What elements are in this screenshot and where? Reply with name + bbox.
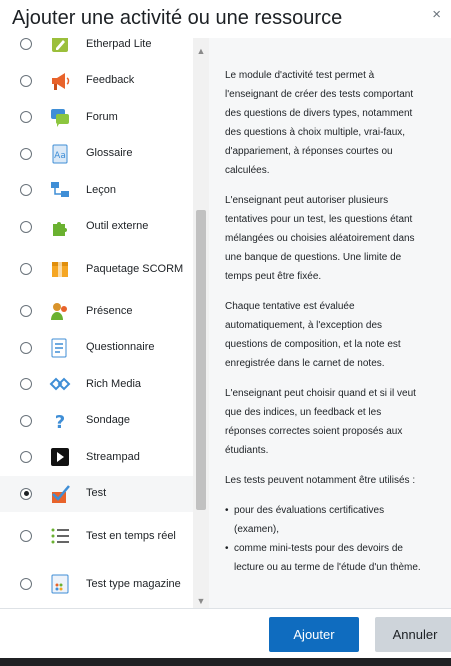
activity-radio[interactable]	[20, 451, 32, 464]
activity-label: Feedback	[86, 74, 135, 87]
description-bullet: pour des évaluations certificatives (exa…	[225, 501, 425, 539]
activity-option[interactable]: Leçon	[0, 172, 193, 209]
activity-label: Glossaire	[86, 147, 133, 160]
activity-radio[interactable]	[20, 378, 32, 391]
taskbar	[0, 658, 451, 666]
activity-radio[interactable]	[20, 341, 32, 354]
activity-label: Questionnaire	[86, 341, 155, 354]
puzzle-icon	[49, 216, 71, 238]
activity-option[interactable]: Feedback	[0, 63, 193, 100]
description-paragraph: Chaque tentative est évaluée automatique…	[225, 301, 401, 369]
activity-option[interactable]: Questionnaire	[0, 330, 193, 367]
description-paragraph: L'enseignant peut choisir quand et si il…	[225, 388, 416, 456]
scroll-down-arrow[interactable]: ▼	[193, 596, 209, 606]
activity-label: Etherpad Lite	[86, 38, 152, 50]
dialog-title: Ajouter une activité ou une ressource	[12, 7, 343, 29]
activity-label: Sondage	[86, 414, 131, 427]
activity-option[interactable]: Présence	[0, 293, 193, 330]
forum-icon	[49, 106, 71, 128]
activity-label: Paquetage SCORM	[86, 262, 184, 275]
description-bullet: comme mini-tests pour des devoirs de lec…	[225, 539, 425, 577]
activity-list-inner: Etherpad Lite Feedback Forum Aa Glossaire Leç…	[0, 38, 193, 608]
activity-radio[interactable]	[20, 220, 32, 233]
activity-label: Rich Media	[86, 377, 142, 390]
svg-text:Aa: Aa	[54, 151, 66, 161]
add-button[interactable]: Ajouter	[269, 617, 359, 652]
activity-list-scrollbar[interactable]: ▲ ▼	[193, 38, 209, 608]
dialog-header: Ajouter une activité ou une ressource ×	[0, 0, 451, 38]
description-paragraph: Les tests peuvent notamment être utilisé…	[225, 475, 416, 486]
activity-radio[interactable]	[20, 263, 32, 275]
play-icon	[49, 446, 71, 468]
description-bullet-list: pour des évaluations certificatives (exa…	[225, 501, 425, 577]
questionnaire-icon	[49, 337, 71, 359]
checkmark-icon	[49, 483, 71, 505]
description-paragraph: Le module d'activité test permet à l'ens…	[225, 70, 414, 176]
activity-radio[interactable]	[20, 184, 32, 197]
activity-list[interactable]: Etherpad Lite Feedback Forum Aa Glossaire Leç…	[0, 38, 209, 608]
activity-radio[interactable]	[20, 530, 32, 542]
activity-radio[interactable]	[20, 38, 32, 51]
activity-radio[interactable]	[20, 578, 32, 590]
activity-label: Présence	[86, 304, 133, 317]
lesson-icon	[49, 179, 71, 201]
activity-option[interactable]: Test	[0, 475, 193, 512]
attendance-icon	[49, 300, 71, 322]
activity-radio[interactable]	[20, 305, 32, 318]
activity-option[interactable]: ? Sondage	[0, 403, 193, 440]
description-paragraph: L'enseignant peut autoriser plusieurs te…	[225, 195, 415, 282]
question-mark-icon: ?	[49, 410, 71, 432]
activity-option[interactable]: Streampad	[0, 439, 193, 476]
description-pane: Le module d'activité test permet à l'ens…	[209, 38, 451, 608]
activity-option[interactable]: Paquetage SCORM	[0, 245, 193, 293]
description-text: Le module d'activité test permet à l'ens…	[225, 66, 425, 577]
activity-label: Forum	[86, 110, 118, 123]
scroll-thumb[interactable]	[196, 210, 206, 510]
activity-label: Outil externe	[86, 220, 149, 233]
activity-label: Test en temps réel	[86, 529, 176, 542]
scroll-up-arrow[interactable]: ▲	[193, 46, 209, 56]
megaphone-icon	[49, 70, 71, 92]
activity-option[interactable]: Test en temps réel	[0, 512, 193, 560]
activity-label: Streampad	[86, 450, 140, 463]
dialog-footer: Ajouter Annuler	[0, 608, 451, 658]
activity-radio[interactable]	[20, 487, 32, 500]
activity-radio[interactable]	[20, 111, 32, 124]
glossary-icon: Aa	[49, 143, 71, 165]
activity-option[interactable]: Etherpad Lite	[0, 38, 193, 63]
activity-radio[interactable]	[20, 147, 32, 160]
activity-radio[interactable]	[20, 414, 32, 427]
activity-option[interactable]: Test type magazine	[0, 560, 193, 608]
activity-option[interactable]: Aa Glossaire	[0, 136, 193, 173]
activity-label: Test	[86, 487, 107, 500]
activity-option[interactable]: Outil externe	[0, 209, 193, 246]
close-icon[interactable]: ×	[432, 6, 441, 23]
activity-option[interactable]: Rich Media	[0, 366, 193, 403]
svg-text:?: ?	[55, 412, 65, 432]
magazine-icon	[49, 573, 71, 595]
activity-radio[interactable]	[20, 74, 32, 87]
list-icon	[49, 525, 71, 547]
package-icon	[49, 258, 71, 280]
activity-label: Leçon	[86, 183, 116, 196]
activity-option[interactable]: Forum	[0, 99, 193, 136]
cancel-button[interactable]: Annuler	[375, 617, 451, 652]
rich-media-icon	[49, 373, 71, 395]
activity-label: Test type magazine	[86, 577, 181, 590]
etherpad-icon	[49, 38, 71, 55]
